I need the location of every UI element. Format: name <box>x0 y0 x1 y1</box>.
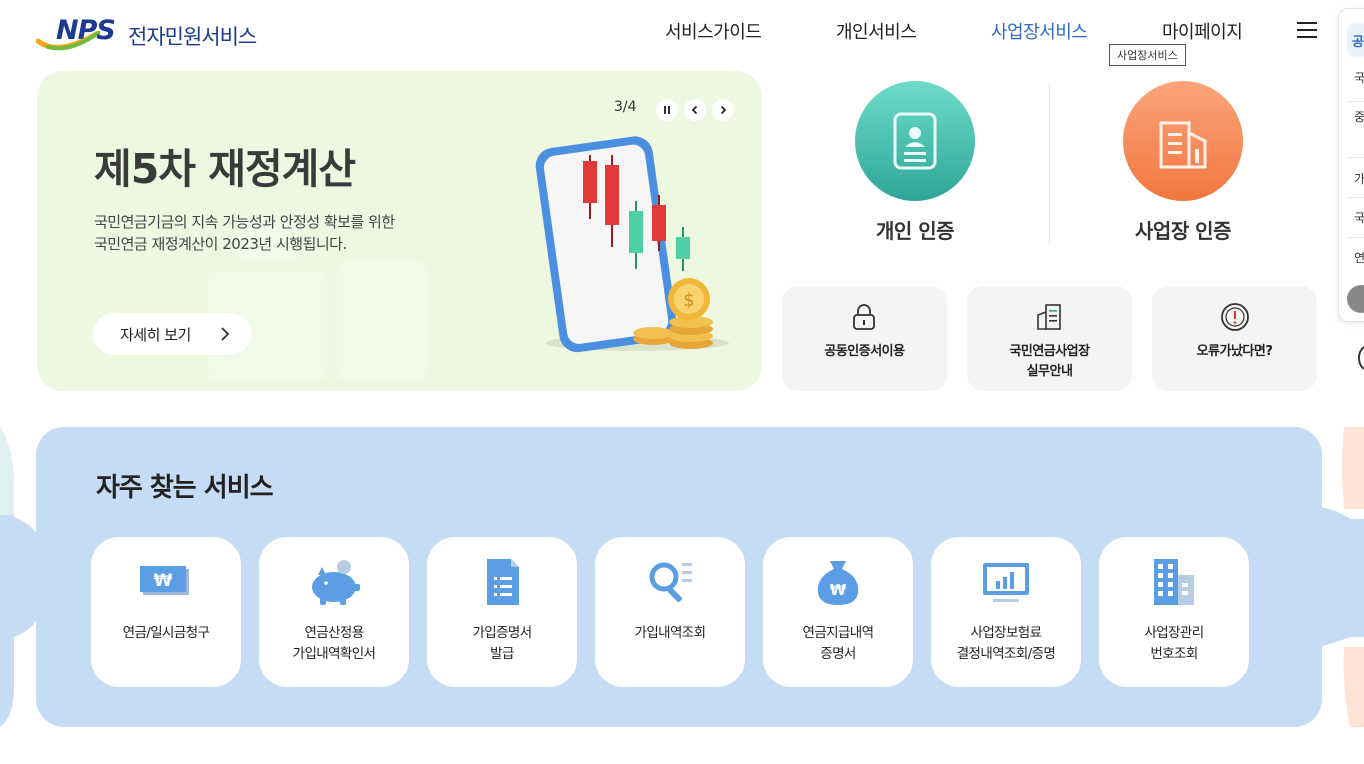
service-subscription-certificate[interactable]: 가입증명서 발급 <box>427 537 577 687</box>
service-pension-claim[interactable]: ₩ 연금/일시금청구 <box>91 537 241 687</box>
pause-icon[interactable] <box>656 99 678 121</box>
banner-more-label: 자세히 보기 <box>120 325 191 344</box>
banner-desc-line: 국민연금 재정계산이 2023년 시행됩니다. <box>94 235 347 253</box>
quick-menu-header[interactable]: 공 <box>1347 23 1364 57</box>
services-title: 자주 찾는 서비스 <box>96 473 274 503</box>
piggy-bank-icon <box>312 560 360 605</box>
money-bag-icon: ₩ <box>817 561 859 605</box>
right-decor-shape <box>1320 427 1364 727</box>
business-guide-card[interactable]: 국민연금사업장 실무안내 <box>967 286 1132 391</box>
service-label: 가입증명서 발급 <box>472 625 532 662</box>
quick-menu-item[interactable]: 국민 <box>1354 69 1364 86</box>
office-building-icon <box>1154 559 1194 605</box>
svg-text:₩: ₩ <box>154 571 173 591</box>
left-decor-shape <box>0 427 40 727</box>
document-list-icon <box>1037 304 1061 330</box>
quick-link-label: 오류가났다면? <box>1196 344 1273 359</box>
svg-text:₩: ₩ <box>830 581 847 599</box>
main-banner: 제5차 재정계산 국민연금기금의 지속 가능성과 안정성 확보를 위한 국민연금… <box>37 71 762 391</box>
page: NPS 전자민원서비스 서비스가이드 개인서비스 사업장서비스 마이페이지 사업… <box>0 0 1364 764</box>
monitor-chart-icon <box>983 563 1029 602</box>
quick-menu-item[interactable]: 중 <box>1354 108 1364 125</box>
svg-text:$: $ <box>683 290 694 311</box>
business-cert-label: 사업장 인증 <box>1135 219 1231 243</box>
service-label: 연금지급내역 증명서 <box>802 625 875 662</box>
quick-menu-panel: 공 국민 중 가 국 연 <box>1338 8 1364 322</box>
chevron-right-icon <box>221 327 230 341</box>
service-label: 사업장보험료 결정내역조회/증명 <box>956 625 1056 662</box>
building-icon <box>1123 81 1243 201</box>
alert-icon <box>1221 303 1249 331</box>
cert-divider <box>1049 84 1050 244</box>
nav-service-guide[interactable]: 서비스가이드 <box>665 18 762 44</box>
service-subscription-history[interactable]: 가입내역조회 <box>595 537 745 687</box>
frequent-services-section: 자주 찾는 서비스 ₩ 연금/일시금청구 연금산정용 가입내역확인서 가입증명서… <box>36 427 1322 727</box>
service-business-number[interactable]: 사업장관리 번호조회 <box>1099 537 1249 687</box>
nav-personal-service[interactable]: 개인서비스 <box>836 18 917 44</box>
nav-tooltip: 사업장서비스 <box>1109 44 1186 66</box>
quick-menu-item[interactable]: 가 <box>1354 170 1364 187</box>
service-label: 연금/일시금청구 <box>122 625 210 641</box>
service-label: 사업장관리 번호조회 <box>1144 625 1204 662</box>
service-subscription-confirm[interactable]: 연금산정용 가입내역확인서 <box>259 537 409 687</box>
banner-description: 국민연금기금의 지속 가능성과 안정성 확보를 위한 국민연금 재정계산이 20… <box>94 211 395 255</box>
document-icon <box>487 559 519 605</box>
id-card-icon <box>855 81 975 201</box>
hamburger-menu-icon[interactable] <box>1297 22 1317 38</box>
banner-title: 제5차 재정계산 <box>94 145 356 193</box>
quick-menu-toggle-button[interactable] <box>1347 285 1364 313</box>
lock-icon <box>853 304 875 330</box>
quick-menu-item[interactable]: 연 <box>1354 249 1364 266</box>
service-payment-certificate[interactable]: ₩ 연금지급내역 증명서 <box>763 537 913 687</box>
quick-link-label: 국민연금사업장 실무안내 <box>1009 344 1090 379</box>
personal-cert-label: 개인 인증 <box>875 219 955 243</box>
prev-icon[interactable] <box>684 99 706 121</box>
scroll-top-button[interactable] <box>1358 346 1364 370</box>
joint-certificate-card[interactable]: 공동인증서이용 <box>782 286 947 391</box>
quick-menu-item[interactable]: 국 <box>1354 209 1364 226</box>
service-business-premium[interactable]: 사업장보험료 결정내역조회/증명 <box>931 537 1081 687</box>
next-icon[interactable] <box>712 99 734 121</box>
banner-pager: 3/4 <box>614 99 637 115</box>
error-help-card[interactable]: 오류가났다면? <box>1152 286 1317 391</box>
service-label: 가입내역조회 <box>634 625 707 641</box>
nav-my-page[interactable]: 마이페이지 <box>1162 18 1243 44</box>
global-nav: 서비스가이드 개인서비스 사업장서비스 마이페이지 <box>0 18 1364 44</box>
business-cert-button[interactable]: 사업장 인증 <box>1068 81 1298 251</box>
stock-phone-illustration: $ <box>535 136 729 353</box>
nav-business-service[interactable]: 사업장서비스 <box>991 18 1088 44</box>
personal-cert-button[interactable]: 개인 인증 <box>800 81 1030 251</box>
quick-link-label: 공동인증서이용 <box>824 344 905 359</box>
banner-more-button[interactable]: 자세히 보기 <box>93 313 251 355</box>
search-list-icon <box>649 562 692 602</box>
service-label: 연금산정용 가입내역확인서 <box>292 625 376 662</box>
won-banknote-icon: ₩ <box>140 566 189 595</box>
banner-desc-line: 국민연금기금의 지속 가능성과 안정성 확보를 위한 <box>94 213 395 231</box>
